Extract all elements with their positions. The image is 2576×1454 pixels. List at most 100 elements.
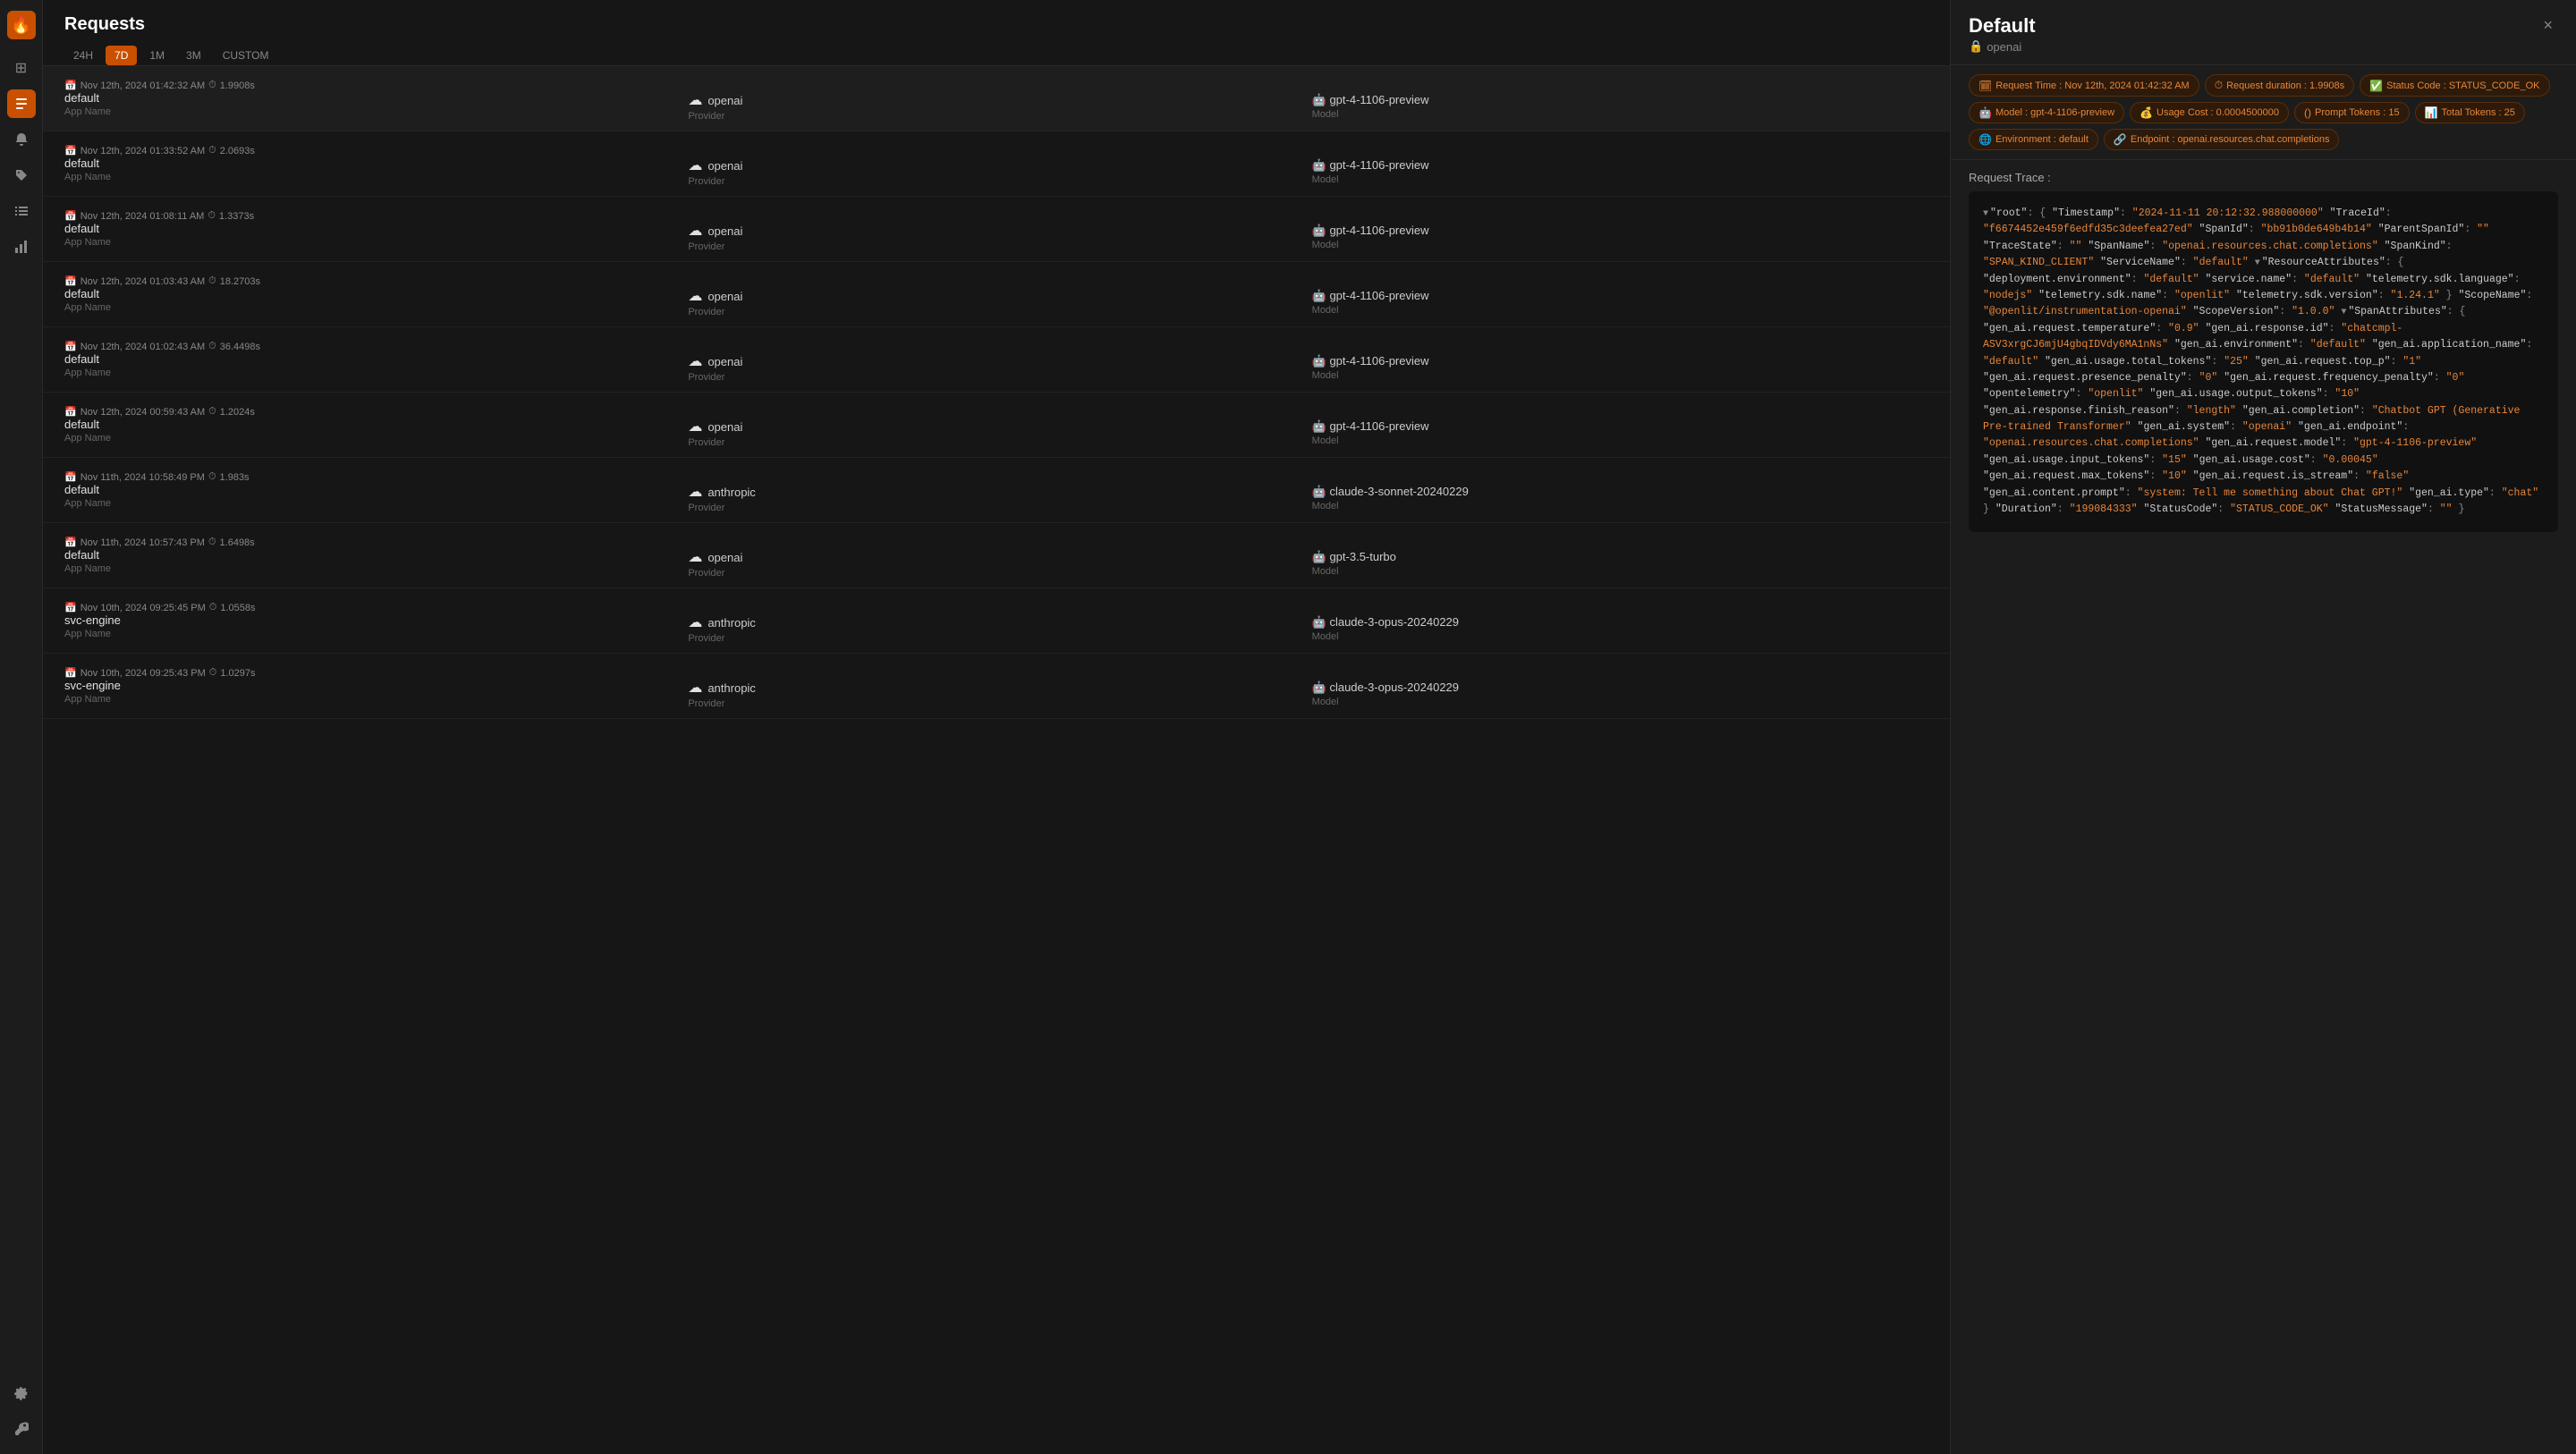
filter-custom[interactable]: CUSTOM xyxy=(214,46,278,65)
request-provider-label: Provider xyxy=(688,307,1304,317)
request-item[interactable]: 📅 Nov 12th, 2024 01:08:11 AM ⏱ 1.3373s d… xyxy=(43,197,1950,262)
request-item[interactable]: 📅 Nov 12th, 2024 01:33:52 AM ⏱ 2.0693s d… xyxy=(43,131,1950,197)
request-app-label: App Name xyxy=(64,237,681,248)
provider-spacer xyxy=(688,271,1304,287)
provider-spacer xyxy=(688,663,1304,679)
dashboard-icon[interactable]: ⊞ xyxy=(7,54,36,82)
trace-code: ▼"root": { "Timestamp": "2024-11-11 20:1… xyxy=(1969,191,2558,532)
request-time: 📅 Nov 12th, 2024 01:08:11 AM ⏱ 1.3373s xyxy=(64,210,681,222)
request-model: 🤖 gpt-4-1106-preview xyxy=(1312,354,1928,368)
badge-icon: 🤖 xyxy=(1979,106,1992,119)
list-icon[interactable] xyxy=(7,197,36,225)
request-item[interactable]: 📅 Nov 11th, 2024 10:57:43 PM ⏱ 1.6498s d… xyxy=(43,523,1950,588)
request-app-label: App Name xyxy=(64,433,681,444)
filter-7d[interactable]: 7D xyxy=(106,46,137,65)
request-model-label: Model xyxy=(1312,370,1928,381)
request-time: 📅 Nov 10th, 2024 09:25:43 PM ⏱ 1.0297s xyxy=(64,667,681,679)
provider-icon: ☁ xyxy=(688,222,702,240)
calendar-icon: 📅 xyxy=(64,275,77,287)
request-model-label: Model xyxy=(1312,109,1928,120)
badge-icon: 🌐 xyxy=(1979,133,1992,146)
tags-icon[interactable] xyxy=(7,161,36,190)
request-time: 📅 Nov 11th, 2024 10:58:49 PM ⏱ 1.983s xyxy=(64,471,681,483)
alerts-icon[interactable] xyxy=(7,125,36,154)
request-item[interactable]: 📅 Nov 10th, 2024 09:25:45 PM ⏱ 1.0558s s… xyxy=(43,588,1950,654)
request-item[interactable]: 📅 Nov 12th, 2024 01:02:43 AM ⏱ 36.4498s … xyxy=(43,327,1950,393)
filter-24h[interactable]: 24H xyxy=(64,46,102,65)
request-item-provider: ☁ openai Provider xyxy=(688,532,1304,579)
close-button[interactable]: × xyxy=(2538,14,2558,37)
model-icon: 🤖 xyxy=(1312,681,1326,694)
request-provider: ☁ openai xyxy=(688,91,1304,109)
provider-icon: ☁ xyxy=(688,156,702,174)
calendar-icon: 📅 xyxy=(64,145,77,156)
request-provider: ☁ anthropic xyxy=(688,483,1304,501)
chart-icon[interactable] xyxy=(7,232,36,261)
request-item-model: 🤖 gpt-4-1106-preview Model xyxy=(1312,273,1928,316)
request-item[interactable]: 📅 Nov 12th, 2024 01:42:32 AM ⏱ 1.9908s d… xyxy=(43,66,1950,131)
model-spacer xyxy=(1312,664,1928,681)
request-provider: ☁ anthropic xyxy=(688,679,1304,697)
request-item-provider: ☁ openai Provider xyxy=(688,206,1304,252)
model-icon: 🤖 xyxy=(1312,550,1326,563)
model-spacer xyxy=(1312,469,1928,485)
calendar-icon: 📅 xyxy=(64,80,77,91)
badge-text: Status Code : STATUS_CODE_OK xyxy=(2386,80,2539,91)
request-item[interactable]: 📅 Nov 10th, 2024 09:25:43 PM ⏱ 1.0297s s… xyxy=(43,654,1950,719)
request-model-label: Model xyxy=(1312,435,1928,446)
clock-icon: ⏱ xyxy=(208,471,216,483)
request-item-left: 📅 Nov 12th, 2024 01:08:11 AM ⏱ 1.3373s d… xyxy=(64,210,681,248)
badge-text: Prompt Tokens : 15 xyxy=(2315,107,2400,118)
request-time: 📅 Nov 12th, 2024 01:03:43 AM ⏱ 18.2703s xyxy=(64,275,681,287)
app-logo[interactable]: 🔥 xyxy=(7,11,36,39)
request-item-provider: ☁ openai Provider xyxy=(688,75,1304,122)
detail-badge: ()Prompt Tokens : 15 xyxy=(2294,102,2410,123)
filter-1m[interactable]: 1M xyxy=(140,46,174,65)
model-spacer xyxy=(1312,599,1928,615)
trace-section: Request Trace : ▼"root": { "Timestamp": … xyxy=(1951,160,2576,1454)
request-app-label: App Name xyxy=(64,694,681,705)
request-item-provider: ☁ openai Provider xyxy=(688,140,1304,187)
request-item[interactable]: 📅 Nov 11th, 2024 10:58:49 PM ⏱ 1.983s de… xyxy=(43,458,1950,523)
time-filters: 24H 7D 1M 3M CUSTOM xyxy=(64,46,1928,65)
calendar-icon: 📅 xyxy=(64,471,77,483)
main-content: Requests 24H 7D 1M 3M CUSTOM 📅 Nov 12th,… xyxy=(43,0,1950,1454)
request-item-left: 📅 Nov 12th, 2024 00:59:43 AM ⏱ 1.2024s d… xyxy=(64,406,681,444)
provider-spacer xyxy=(688,402,1304,418)
request-name: default xyxy=(64,483,681,496)
detail-badge: 🤖 Model : gpt-4-1106-preview xyxy=(1969,102,2124,123)
provider-spacer xyxy=(688,532,1304,548)
request-name: default xyxy=(64,548,681,562)
request-item-model: 🤖 claude-3-sonnet-20240229 Model xyxy=(1312,469,1928,511)
badge-text: Model : gpt-4-1106-preview xyxy=(1996,107,2114,118)
model-icon: 🤖 xyxy=(1312,354,1326,368)
sidebar: 🔥 ⊞ xyxy=(0,0,43,1454)
request-item-left: 📅 Nov 10th, 2024 09:25:43 PM ⏱ 1.0297s s… xyxy=(64,667,681,705)
request-app-label: App Name xyxy=(64,563,681,574)
request-item[interactable]: 📅 Nov 12th, 2024 00:59:43 AM ⏱ 1.2024s d… xyxy=(43,393,1950,458)
model-icon: 🤖 xyxy=(1312,158,1326,172)
request-item-left: 📅 Nov 10th, 2024 09:25:45 PM ⏱ 1.0558s s… xyxy=(64,602,681,639)
request-time: 📅 Nov 12th, 2024 01:33:52 AM ⏱ 2.0693s xyxy=(64,145,681,156)
model-spacer xyxy=(1312,273,1928,289)
badge-icon: 💰 xyxy=(2140,106,2153,119)
model-spacer xyxy=(1312,403,1928,419)
detail-badge: ✅Status Code : STATUS_CODE_OK xyxy=(2360,74,2549,97)
request-model: 🤖 claude-3-opus-20240229 xyxy=(1312,681,1928,695)
settings-icon[interactable] xyxy=(7,1379,36,1408)
provider-icon: ☁ xyxy=(688,548,702,566)
calendar-icon: 📅 xyxy=(64,210,77,222)
model-spacer xyxy=(1312,207,1928,224)
request-item-left: 📅 Nov 11th, 2024 10:57:43 PM ⏱ 1.6498s d… xyxy=(64,537,681,574)
detail-header: Default 🔒 openai × xyxy=(1951,0,2576,65)
filter-3m[interactable]: 3M xyxy=(177,46,210,65)
provider-icon: ☁ xyxy=(688,91,702,109)
badge-text: Environment : default xyxy=(1996,134,2089,145)
key-icon[interactable] xyxy=(7,1415,36,1443)
requests-icon[interactable] xyxy=(7,89,36,118)
request-item[interactable]: 📅 Nov 12th, 2024 01:03:43 AM ⏱ 18.2703s … xyxy=(43,262,1950,327)
request-provider-label: Provider xyxy=(688,503,1304,513)
provider-spacer xyxy=(688,75,1304,91)
request-model-label: Model xyxy=(1312,566,1928,577)
request-item-left: 📅 Nov 12th, 2024 01:33:52 AM ⏱ 2.0693s d… xyxy=(64,145,681,182)
